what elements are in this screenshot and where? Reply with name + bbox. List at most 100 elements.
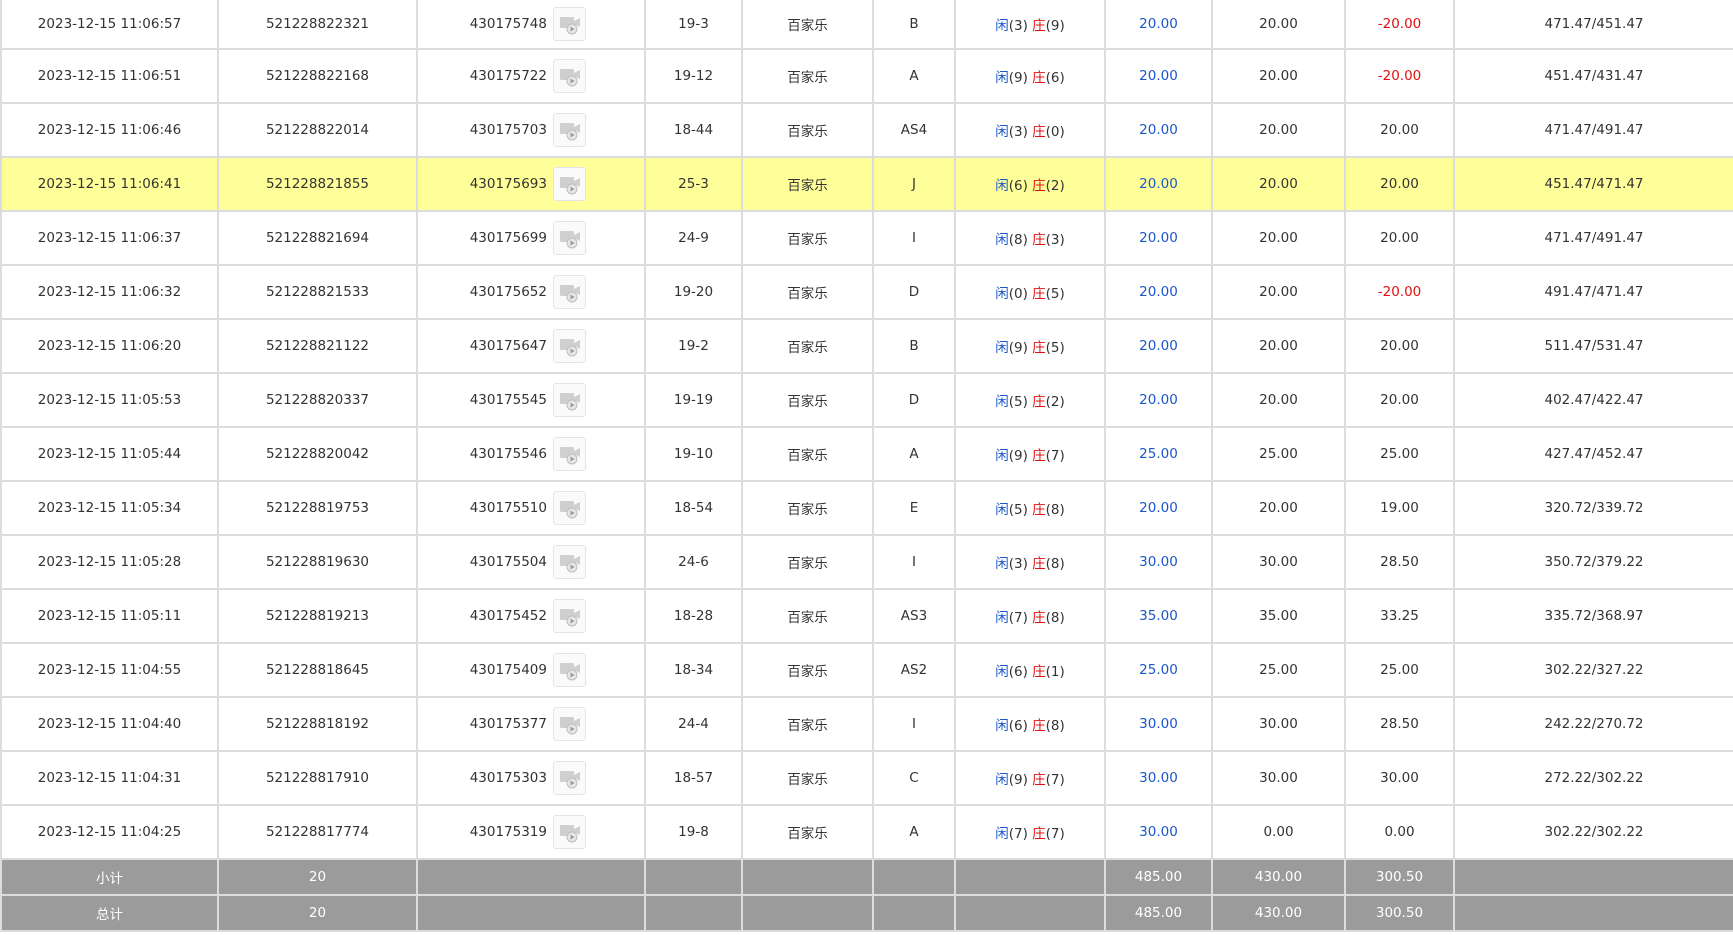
video-replay-icon[interactable] bbox=[553, 545, 586, 579]
round-number: 430175452 bbox=[469, 608, 547, 624]
valid-bet: 30.00 bbox=[1211, 534, 1346, 590]
order-number: 521228821855 bbox=[217, 156, 418, 212]
video-replay-icon[interactable] bbox=[553, 329, 586, 363]
round-number: 430175303 bbox=[469, 770, 547, 786]
win-loss: 30.00 bbox=[1344, 750, 1455, 806]
banker-label: 庄 bbox=[1032, 718, 1046, 734]
seat: AS3 bbox=[872, 588, 956, 644]
game-type: 百家乐 bbox=[741, 426, 874, 482]
player-label: 闲 bbox=[995, 70, 1009, 86]
video-replay-icon[interactable] bbox=[553, 491, 586, 525]
video-replay-icon[interactable] bbox=[553, 275, 586, 309]
video-replay-icon[interactable] bbox=[553, 59, 586, 93]
round-cell: 430175647 bbox=[416, 318, 646, 374]
video-replay-icon[interactable] bbox=[553, 653, 586, 687]
video-replay-icon[interactable] bbox=[553, 761, 586, 795]
player-score: (8) bbox=[1008, 232, 1028, 248]
bet-amount: 20.00 bbox=[1104, 264, 1213, 320]
table-number: 18-54 bbox=[644, 480, 743, 536]
video-replay-icon[interactable] bbox=[553, 7, 586, 41]
player-label: 闲 bbox=[995, 826, 1009, 842]
result: 闲(3) 庄(8) bbox=[954, 534, 1106, 590]
banker-score: (7) bbox=[1045, 772, 1065, 788]
player-score: (6) bbox=[1008, 664, 1028, 680]
seat: A bbox=[872, 426, 956, 482]
video-replay-icon[interactable] bbox=[553, 221, 586, 255]
video-replay-icon[interactable] bbox=[553, 167, 586, 201]
valid-bet: 30.00 bbox=[1211, 696, 1346, 752]
video-replay-icon[interactable] bbox=[553, 707, 586, 741]
total-row: 总计 20 485.00 430.00 300.50 bbox=[0, 894, 1733, 932]
balance: 451.47/471.47 bbox=[1453, 156, 1733, 212]
bet-time: 2023-12-15 11:04:40 bbox=[0, 696, 219, 752]
video-replay-icon[interactable] bbox=[553, 815, 586, 849]
video-replay-icon[interactable] bbox=[553, 383, 586, 417]
subtotal-bet: 485.00 bbox=[1104, 858, 1213, 896]
round-number: 430175693 bbox=[469, 176, 547, 192]
player-label: 闲 bbox=[995, 232, 1009, 248]
order-number: 521228819630 bbox=[217, 534, 418, 590]
valid-bet: 20.00 bbox=[1211, 480, 1346, 536]
seat: E bbox=[872, 480, 956, 536]
valid-bet: 20.00 bbox=[1211, 0, 1346, 50]
player-score: (6) bbox=[1008, 178, 1028, 194]
bet-amount: 20.00 bbox=[1104, 48, 1213, 104]
table-number: 19-12 bbox=[644, 48, 743, 104]
game-type: 百家乐 bbox=[741, 642, 874, 698]
player-score: (6) bbox=[1008, 718, 1028, 734]
player-score: (9) bbox=[1008, 448, 1028, 464]
valid-bet: 20.00 bbox=[1211, 264, 1346, 320]
balance: 242.22/270.72 bbox=[1453, 696, 1733, 752]
player-score: (5) bbox=[1008, 502, 1028, 518]
result: 闲(3) 庄(9) bbox=[954, 0, 1106, 50]
bet-amount: 20.00 bbox=[1104, 372, 1213, 428]
round-number: 430175748 bbox=[469, 16, 547, 32]
total-label: 总计 bbox=[0, 894, 219, 932]
seat: J bbox=[872, 156, 956, 212]
game-type: 百家乐 bbox=[741, 102, 874, 158]
table-number: 19-19 bbox=[644, 372, 743, 428]
table-number: 19-8 bbox=[644, 804, 743, 860]
banker-label: 庄 bbox=[1032, 556, 1046, 572]
player-label: 闲 bbox=[995, 124, 1009, 140]
round-cell: 430175409 bbox=[416, 642, 646, 698]
bet-history-table: 2023-12-15 11:06:57 521228822321 430175748… bbox=[0, 0, 1733, 932]
round-number: 430175545 bbox=[469, 392, 547, 408]
round-number: 430175546 bbox=[469, 446, 547, 462]
table-row: 2023-12-15 11:06:46 521228822014 430175703… bbox=[0, 102, 1733, 158]
balance: 302.22/327.22 bbox=[1453, 642, 1733, 698]
valid-bet: 20.00 bbox=[1211, 102, 1346, 158]
table-row: 2023-12-15 11:05:44 521228820042 430175546… bbox=[0, 426, 1733, 482]
banker-label: 庄 bbox=[1032, 70, 1046, 86]
valid-bet: 20.00 bbox=[1211, 156, 1346, 212]
round-number: 430175703 bbox=[469, 122, 547, 138]
player-label: 闲 bbox=[995, 340, 1009, 356]
video-replay-icon[interactable] bbox=[553, 113, 586, 147]
table-row: 2023-12-15 11:06:20 521228821122 430175647… bbox=[0, 318, 1733, 374]
bet-amount: 35.00 bbox=[1104, 588, 1213, 644]
banker-score: (2) bbox=[1045, 394, 1065, 410]
seat: A bbox=[872, 48, 956, 104]
result: 闲(9) 庄(7) bbox=[954, 426, 1106, 482]
win-loss: 20.00 bbox=[1344, 318, 1455, 374]
bet-time: 2023-12-15 11:06:20 bbox=[0, 318, 219, 374]
video-replay-icon[interactable] bbox=[553, 599, 586, 633]
game-type: 百家乐 bbox=[741, 318, 874, 374]
total-win: 300.50 bbox=[1344, 894, 1455, 932]
banker-label: 庄 bbox=[1032, 394, 1046, 410]
banker-score: (0) bbox=[1045, 124, 1065, 140]
round-number: 430175504 bbox=[469, 554, 547, 570]
valid-bet: 25.00 bbox=[1211, 642, 1346, 698]
banker-score: (7) bbox=[1045, 826, 1065, 842]
valid-bet: 20.00 bbox=[1211, 48, 1346, 104]
balance: 511.47/531.47 bbox=[1453, 318, 1733, 374]
balance: 471.47/491.47 bbox=[1453, 102, 1733, 158]
table-row: 2023-12-15 11:06:57 521228822321 430175748… bbox=[0, 0, 1733, 50]
round-number: 430175510 bbox=[469, 500, 547, 516]
player-label: 闲 bbox=[995, 394, 1009, 410]
video-replay-icon[interactable] bbox=[553, 437, 586, 471]
table-number: 19-10 bbox=[644, 426, 743, 482]
player-score: (9) bbox=[1008, 70, 1028, 86]
seat: C bbox=[872, 750, 956, 806]
bet-amount: 20.00 bbox=[1104, 318, 1213, 374]
